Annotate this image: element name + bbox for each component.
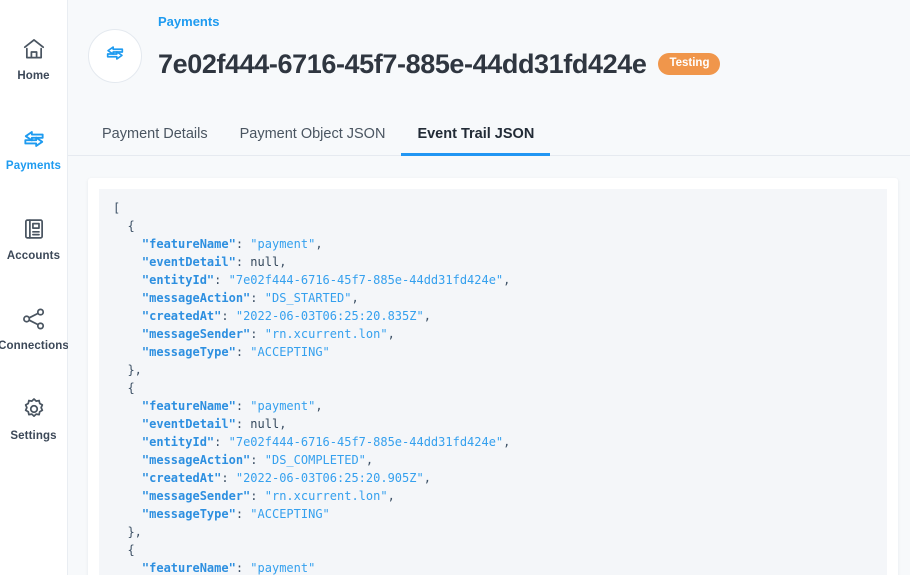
status-badge: Testing [658, 53, 721, 75]
sidebar-item-settings[interactable]: Settings [0, 374, 68, 464]
sidebar-item-label: Settings [10, 429, 57, 442]
tab-event-trail-json[interactable]: Event Trail JSON [401, 120, 551, 157]
main-content: Payments 7e02f444-6716-45f7-885e-44dd31f… [68, 0, 910, 575]
sidebar-item-label: Accounts [6, 249, 61, 262]
sidebar-item-home[interactable]: Home [0, 14, 68, 104]
sidebar-item-payments[interactable]: Payments [0, 104, 68, 194]
accounts-book-icon [21, 216, 47, 242]
event-trail-card: [ { "featureName": "payment", "eventDeta… [88, 178, 898, 575]
sidebar-item-label: Payments [5, 159, 62, 172]
breadcrumb[interactable]: Payments [158, 14, 720, 30]
payments-arrows-icon [21, 126, 47, 152]
sidebar-item-label: Connections [0, 339, 69, 352]
settings-gear-icon [21, 396, 47, 422]
tab-payment-object-json[interactable]: Payment Object JSON [224, 120, 402, 156]
sidebar-item-label: Home [17, 69, 50, 82]
avatar [88, 28, 142, 83]
page-title: 7e02f444-6716-45f7-885e-44dd31fd424e [158, 48, 647, 79]
tab-bar: Payment Details Payment Object JSON Even… [68, 120, 910, 157]
connections-share-icon [21, 306, 47, 332]
tab-payment-details[interactable]: Payment Details [86, 120, 224, 156]
sidebar-item-accounts[interactable]: Accounts [0, 194, 68, 284]
page-header: Payments 7e02f444-6716-45f7-885e-44dd31f… [68, 0, 910, 98]
json-content: [ { "featureName": "payment", "eventDeta… [113, 201, 511, 575]
header-text: Payments 7e02f444-6716-45f7-885e-44dd31f… [158, 14, 721, 98]
payments-arrows-icon [104, 42, 126, 69]
sidebar-item-connections[interactable]: Connections [0, 284, 69, 374]
json-viewer[interactable]: [ { "featureName": "payment", "eventDeta… [99, 189, 887, 575]
home-icon [21, 36, 47, 62]
title-row: 7e02f444-6716-45f7-885e-44dd31fd424e Tes… [158, 31, 721, 98]
app-root: Home Payments Accounts Connections Setti… [0, 0, 910, 575]
sidebar: Home Payments Accounts Connections Setti… [0, 0, 69, 575]
